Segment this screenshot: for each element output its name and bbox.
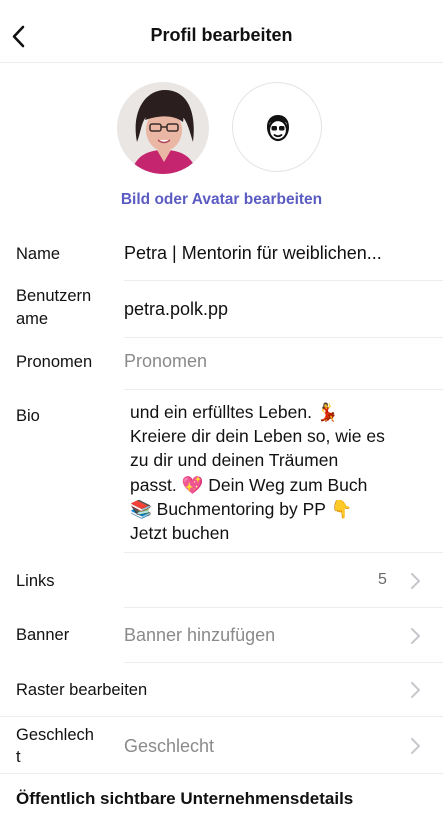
pronouns-label: Pronomen [16, 353, 93, 371]
chevron-right-icon [411, 738, 420, 754]
chevron-right-icon [411, 573, 420, 589]
username-value: petra.polk.pp [124, 299, 229, 319]
gender-label-line1: Geschlech [16, 726, 94, 744]
gender-label-line2: t [16, 748, 21, 766]
links-count: 5 [378, 571, 387, 588]
business-details-heading: Öffentlich sichtbare Unternehmensdetails [16, 789, 354, 808]
divider [124, 389, 443, 390]
edit-grid-row[interactable]: Raster bearbeiten [0, 665, 443, 715]
avatar-character-button[interactable] [232, 82, 322, 172]
edit-grid-label: Raster bearbeiten [16, 681, 148, 699]
bio-line: zu dir und deinen Träumen [130, 450, 339, 471]
banner-row[interactable]: Banner Banner hinzufügen [0, 610, 443, 660]
banner-add: Banner hinzufügen [124, 625, 276, 645]
username-row[interactable]: Benutzern ame petra.polk.pp [0, 282, 443, 334]
name-row[interactable]: Name Petra | Mentorin für weiblichen... [0, 232, 443, 276]
header-divider [0, 62, 443, 63]
divider [0, 716, 443, 717]
links-label: Links [16, 572, 55, 590]
divider [124, 662, 443, 663]
divider [124, 607, 443, 608]
bio-textarea[interactable]: und ein erfülltes Leben. 💃 Kreiere dir d… [130, 400, 420, 545]
gender-select: Geschlecht [124, 736, 215, 756]
profile-photo[interactable] [117, 82, 209, 174]
pronouns-row[interactable]: Pronomen Pronomen [0, 340, 443, 384]
bio-label: Bio [16, 407, 40, 425]
username-label-line1: Benutzern [16, 287, 92, 305]
username-label-line2: ame [16, 310, 49, 328]
divider [124, 337, 443, 338]
links-row[interactable]: Links [0, 556, 443, 604]
edit-picture-or-avatar-link[interactable]: Bild oder Avatar bearbeiten [0, 191, 443, 209]
profile-photo-image [117, 82, 209, 174]
bio-line: Jetzt buchen [130, 523, 230, 544]
name-label: Name [16, 245, 61, 263]
name-value: Petra | Mentorin für weiblichen... [124, 243, 382, 263]
bio-line: passt. 💖 Dein Weg zum Buch [130, 474, 368, 495]
avatar-character-icon [267, 115, 289, 142]
chevron-right-icon [411, 628, 420, 644]
divider [124, 552, 443, 553]
pronouns-input[interactable]: Pronomen [124, 351, 207, 372]
divider [0, 773, 443, 774]
header: Profil bearbeiten [0, 0, 443, 66]
banner-label: Banner [16, 626, 70, 644]
page-title: Profil bearbeiten [150, 25, 293, 45]
bio-line: 📚 Buchmentoring by PP 👇 [130, 498, 353, 519]
bio-line: Kreiere dir dein Leben so, wie es [130, 426, 385, 447]
chevron-right-icon [411, 682, 420, 698]
divider [124, 280, 443, 281]
gender-row[interactable]: Geschlech t Geschlecht [0, 718, 443, 772]
bio-line: und ein erfülltes Leben. 💃 [130, 402, 339, 422]
